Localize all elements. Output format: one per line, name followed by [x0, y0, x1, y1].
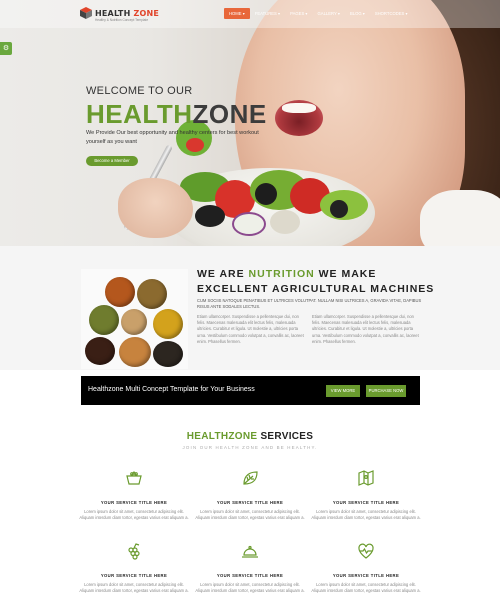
service-title: YOUR SERVICE TITLE HERE	[332, 500, 400, 505]
salad-onion	[232, 212, 266, 236]
purchase-now-button[interactable]: PURCHASE NOW	[366, 385, 406, 397]
hero-subtitle: We Provide Our best opportunity and heal…	[86, 130, 259, 145]
gear-icon: ⚙	[2, 45, 10, 52]
about-column-2: Etiam ullamcorper. Suspendisse a pellent…	[312, 314, 419, 344]
logo-tagline: Healthy & Nutrition Concept Template	[95, 18, 149, 22]
service-text: Lorem ipsum dolor sit amet, consectetur …	[311, 582, 421, 593]
hero-title: HEALTHZONE	[86, 99, 267, 129]
hero-banner: HEALTH ZONE Healthy & Nutrition Concept …	[0, 0, 500, 246]
main-nav: HOME ▾ FEATURES ▾ PAGES ▾ GALLERY ▾ BLOG…	[224, 8, 413, 19]
service-text: Lorem ipsum dolor sit amet, consectetur …	[195, 509, 305, 520]
salad-olive	[255, 183, 277, 205]
hero-hand	[118, 178, 193, 238]
spice-cardamom	[89, 305, 119, 335]
service-title: YOUR SERVICE TITLE HERE	[100, 573, 168, 578]
service-text: Lorem ipsum dolor sit amet, consectetur …	[79, 509, 189, 520]
service-text: Lorem ipsum dolor sit amet, consectetur …	[79, 582, 189, 593]
top-navbar: HEALTH ZONE Healthy & Nutrition Concept …	[0, 0, 500, 28]
service-card: YOUR SERVICE TITLE HERE Lorem ipsum dolo…	[195, 542, 305, 594]
become-member-button[interactable]: Become a Member	[86, 156, 138, 166]
spice-nutmeg	[121, 309, 147, 335]
cta-bar: Healthzone Multi Concept Template for Yo…	[81, 376, 420, 405]
service-card: YOUR SERVICE TITLE HERE Lorem ipsum dolo…	[311, 469, 421, 521]
service-title: YOUR SERVICE TITLE HERE	[216, 573, 284, 578]
logo-text: HEALTH ZONE	[95, 8, 160, 18]
spice-turmeric	[153, 309, 183, 339]
service-text: Lorem ipsum dolor sit amet, consectetur …	[311, 509, 421, 520]
nav-blog[interactable]: BLOG ▾	[345, 8, 370, 19]
hero-arm	[420, 190, 500, 246]
salad-olive	[330, 200, 348, 218]
services-subtitle: JOIN OUR HEALTH ZONE AND BE HEALTHY.	[182, 445, 318, 450]
service-card: YOUR SERVICE TITLE HERE Lorem ipsum dolo…	[311, 542, 421, 594]
about-lead: CUM SOCIIS NATOQUE PENATIBUS ET ULTRICES…	[197, 298, 422, 309]
nav-home[interactable]: HOME ▾	[224, 8, 250, 19]
spice-cinnamon	[119, 337, 151, 367]
salad-feta	[270, 210, 300, 234]
service-text: Lorem ipsum dolor sit amet, consectetur …	[195, 582, 305, 593]
settings-panel-toggle[interactable]: ⚙	[0, 42, 12, 55]
nav-pages[interactable]: PAGES ▾	[285, 8, 312, 19]
cloche-icon	[242, 545, 258, 558]
spice-pepper	[153, 341, 183, 367]
spices-image	[81, 269, 188, 369]
service-card: YOUR SERVICE TITLE HERE Lorem ipsum dolo…	[79, 542, 189, 594]
nav-gallery[interactable]: GALLERY ▾	[313, 8, 345, 19]
grapes-icon	[128, 543, 140, 560]
about-column-1: Etiam ullamcorper. Suspendisse a pellent…	[197, 314, 304, 344]
leaf-icon	[243, 471, 258, 485]
spice-paprika	[105, 277, 135, 307]
spice-cloves	[85, 337, 115, 365]
salad-olive	[195, 205, 225, 227]
heart-pulse-icon	[358, 543, 374, 559]
cta-text: Healthzone Multi Concept Template for Yo…	[88, 386, 255, 393]
basket-icon	[126, 471, 142, 485]
service-title: YOUR SERVICE TITLE HERE	[216, 500, 284, 505]
about-title: WE ARE NUTRITION WE MAKE EXCELLENT AGRIC…	[197, 268, 435, 295]
nav-shortcodes[interactable]: SHORTCODES ▾	[370, 8, 413, 19]
services-title: HEALTHZONE SERVICES	[186, 431, 314, 442]
service-card: YOUR SERVICE TITLE HERE Lorem ipsum dolo…	[195, 469, 305, 521]
map-icon	[358, 470, 374, 486]
hero-teeth	[282, 103, 316, 113]
service-title: YOUR SERVICE TITLE HERE	[100, 500, 168, 505]
hero-pre-title: WELCOME TO OUR	[86, 85, 193, 97]
service-title: YOUR SERVICE TITLE HERE	[332, 573, 400, 578]
view-more-button[interactable]: VIEW MORE	[326, 385, 360, 397]
service-card: YOUR SERVICE TITLE HERE Lorem ipsum dolo…	[79, 469, 189, 521]
nav-features[interactable]: FEATURES ▾	[250, 8, 285, 19]
spice-seeds	[137, 279, 167, 309]
logo-cube-icon	[80, 7, 92, 19]
